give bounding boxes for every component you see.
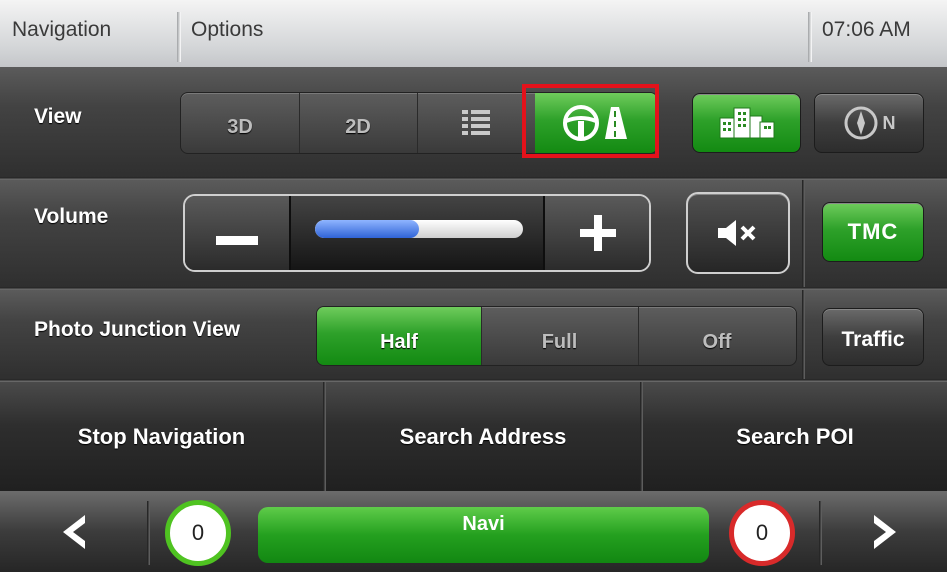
mute-button[interactable] [686,192,790,274]
traffic-label: Traffic [841,328,905,351]
search-poi-label: Search POI [736,423,854,449]
junction-label: Photo Junction View [34,318,241,341]
junction-half-button[interactable]: Half [317,307,482,365]
volume-control [183,194,651,272]
header-divider [177,12,181,62]
search-poi-button[interactable]: Search POI [643,382,947,491]
clock: 07:06 AM [822,18,911,41]
city-buildings-icon [719,107,774,139]
view-2d-button[interactable]: 2D [299,93,418,153]
search-address-label: Search Address [399,423,567,449]
north-up-button[interactable]: N [814,93,924,153]
view-3d-button[interactable]: 3D [181,93,300,153]
volume-slider-fill [315,220,419,238]
tab-navigation[interactable]: Navigation [12,18,111,42]
volume-down-button[interactable] [185,196,289,270]
junction-full-label: Full [541,330,578,353]
stop-navigation-label: Stop Navigation [77,423,246,449]
right-counter-value: 0 [755,520,769,545]
volume-label: Volume [34,205,109,228]
column-divider [802,290,805,379]
header-bar: Navigation Options 07:06 AM [0,0,947,67]
next-button[interactable] [822,491,947,572]
right-counter: 0 [729,500,795,566]
chevron-right-icon [873,514,896,549]
divider [289,196,291,270]
junction-off-button[interactable]: Off [638,307,796,365]
junction-half-label: Half [380,330,418,353]
junction-mode-selector: Half Full Off [316,306,797,366]
chevron-left-icon [62,514,85,549]
volume-row: Volume TMC [0,180,947,287]
traffic-button[interactable]: Traffic [822,308,924,366]
view-3d-label: 3D [227,115,253,138]
tmc-button[interactable]: TMC [822,202,924,262]
view-row: View 3D 2D N [0,67,947,178]
column-divider [802,180,805,287]
footer-bar: 0 Navi 0 [0,491,947,572]
north-label: N [882,112,896,133]
view-label: View [34,105,82,128]
footer-divider [147,501,150,565]
previous-button[interactable] [0,491,147,572]
junction-row: Photo Junction View Half Full Off Traffi… [0,290,947,379]
navi-button[interactable]: Navi [258,507,709,563]
compass-icon [844,106,877,140]
3d-buildings-button[interactable] [692,93,801,153]
tmc-label: TMC [847,219,899,244]
list-icon [462,110,490,135]
actions-row: Stop Navigation Search Address Search PO… [0,382,947,491]
navi-label: Navi [462,512,505,535]
junction-full-button[interactable]: Full [481,307,639,365]
left-counter: 0 [165,500,231,566]
stop-navigation-button[interactable]: Stop Navigation [0,382,323,491]
view-list-button[interactable] [417,93,536,153]
plus-icon [580,215,616,251]
minus-icon [216,235,258,245]
speaker-mute-icon [718,220,756,246]
search-address-button[interactable]: Search Address [326,382,640,491]
view-2d-label: 2D [345,115,371,138]
tab-options[interactable]: Options [191,18,263,42]
volume-up-button[interactable] [545,196,649,270]
header-divider [808,12,812,62]
volume-slider-track[interactable] [315,220,523,238]
left-counter-value: 0 [191,520,205,545]
selection-highlight [522,84,659,158]
junction-off-label: Off [702,330,732,353]
